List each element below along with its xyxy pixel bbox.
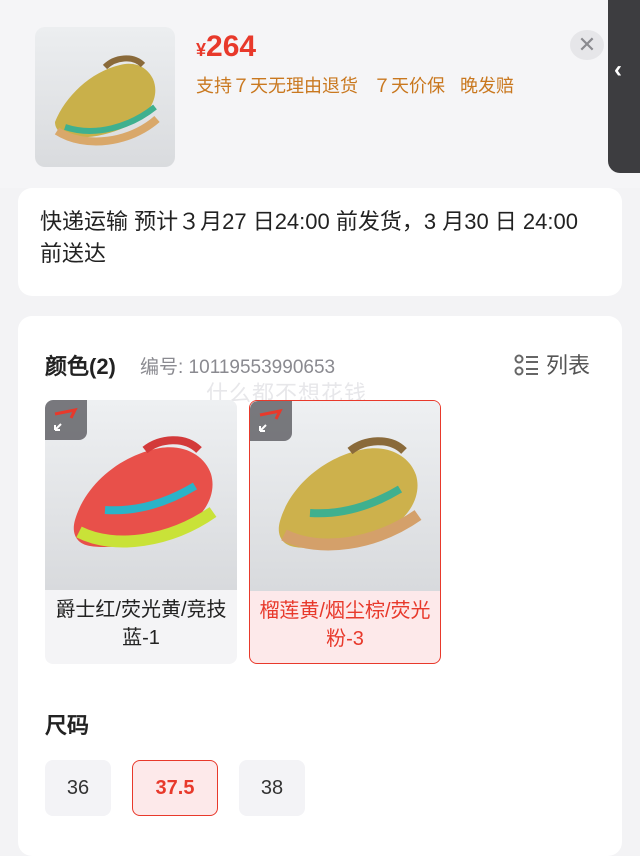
brand-badge-icon <box>45 400 87 440</box>
promo-price-protect: ７天价保 <box>373 76 446 96</box>
size-option-36[interactable]: 36 <box>45 760 111 816</box>
options-card: 颜色(2) 编号: 10119553990653 列表 什么都不想花钱 爵士红/… <box>18 316 622 856</box>
close-button[interactable]: ✕ <box>570 30 604 60</box>
promo-late-compensation: 晚发赔 <box>460 76 515 96</box>
brand-badge-icon <box>250 401 292 441</box>
product-thumbnail[interactable] <box>35 27 175 167</box>
promo-tags: 支持７天无理由退货 ７天价保 晚发赔 <box>196 72 524 98</box>
chevron-left-icon: ‹ <box>614 56 622 83</box>
side-drawer-handle[interactable]: ‹ <box>608 0 640 173</box>
size-option-38[interactable]: 38 <box>239 760 305 816</box>
close-icon: ✕ <box>577 32 597 57</box>
delivery-card: 快递运输 预计３月27 日24:00 前发货，3 月30 日 24:00 前送达 <box>18 188 622 296</box>
list-icon <box>514 354 538 376</box>
price: ¥264 <box>196 30 257 63</box>
size-option-37-5[interactable]: 37.5 <box>132 760 218 816</box>
size-section-title: 尺码 <box>45 713 90 738</box>
delivery-info: 快递运输 预计３月27 日24:00 前发货，3 月30 日 24:00 前送达 <box>40 209 578 266</box>
product-code: 编号: 10119553990653 <box>140 357 336 378</box>
color-option-label: 榴莲黄/烟尘棕/荧光粉-3 <box>259 600 431 650</box>
color-option-1[interactable]: 爵士红/荧光黄/竞技蓝-1 <box>45 400 237 664</box>
promo-return: 支持７天无理由退货 <box>196 76 358 96</box>
color-section-title: 颜色(2) <box>45 354 116 379</box>
list-label: 列表 <box>546 353 591 378</box>
list-view-toggle[interactable]: 列表 <box>514 348 590 380</box>
color-option-label: 爵士红/荧光黄/竞技蓝-1 <box>55 599 227 649</box>
product-summary: ¥264 支持７天无理由退货 ７天价保 晚发赔 ✕ <box>0 0 640 188</box>
color-option-2[interactable]: 榴莲黄/烟尘棕/荧光粉-3 <box>249 400 441 664</box>
